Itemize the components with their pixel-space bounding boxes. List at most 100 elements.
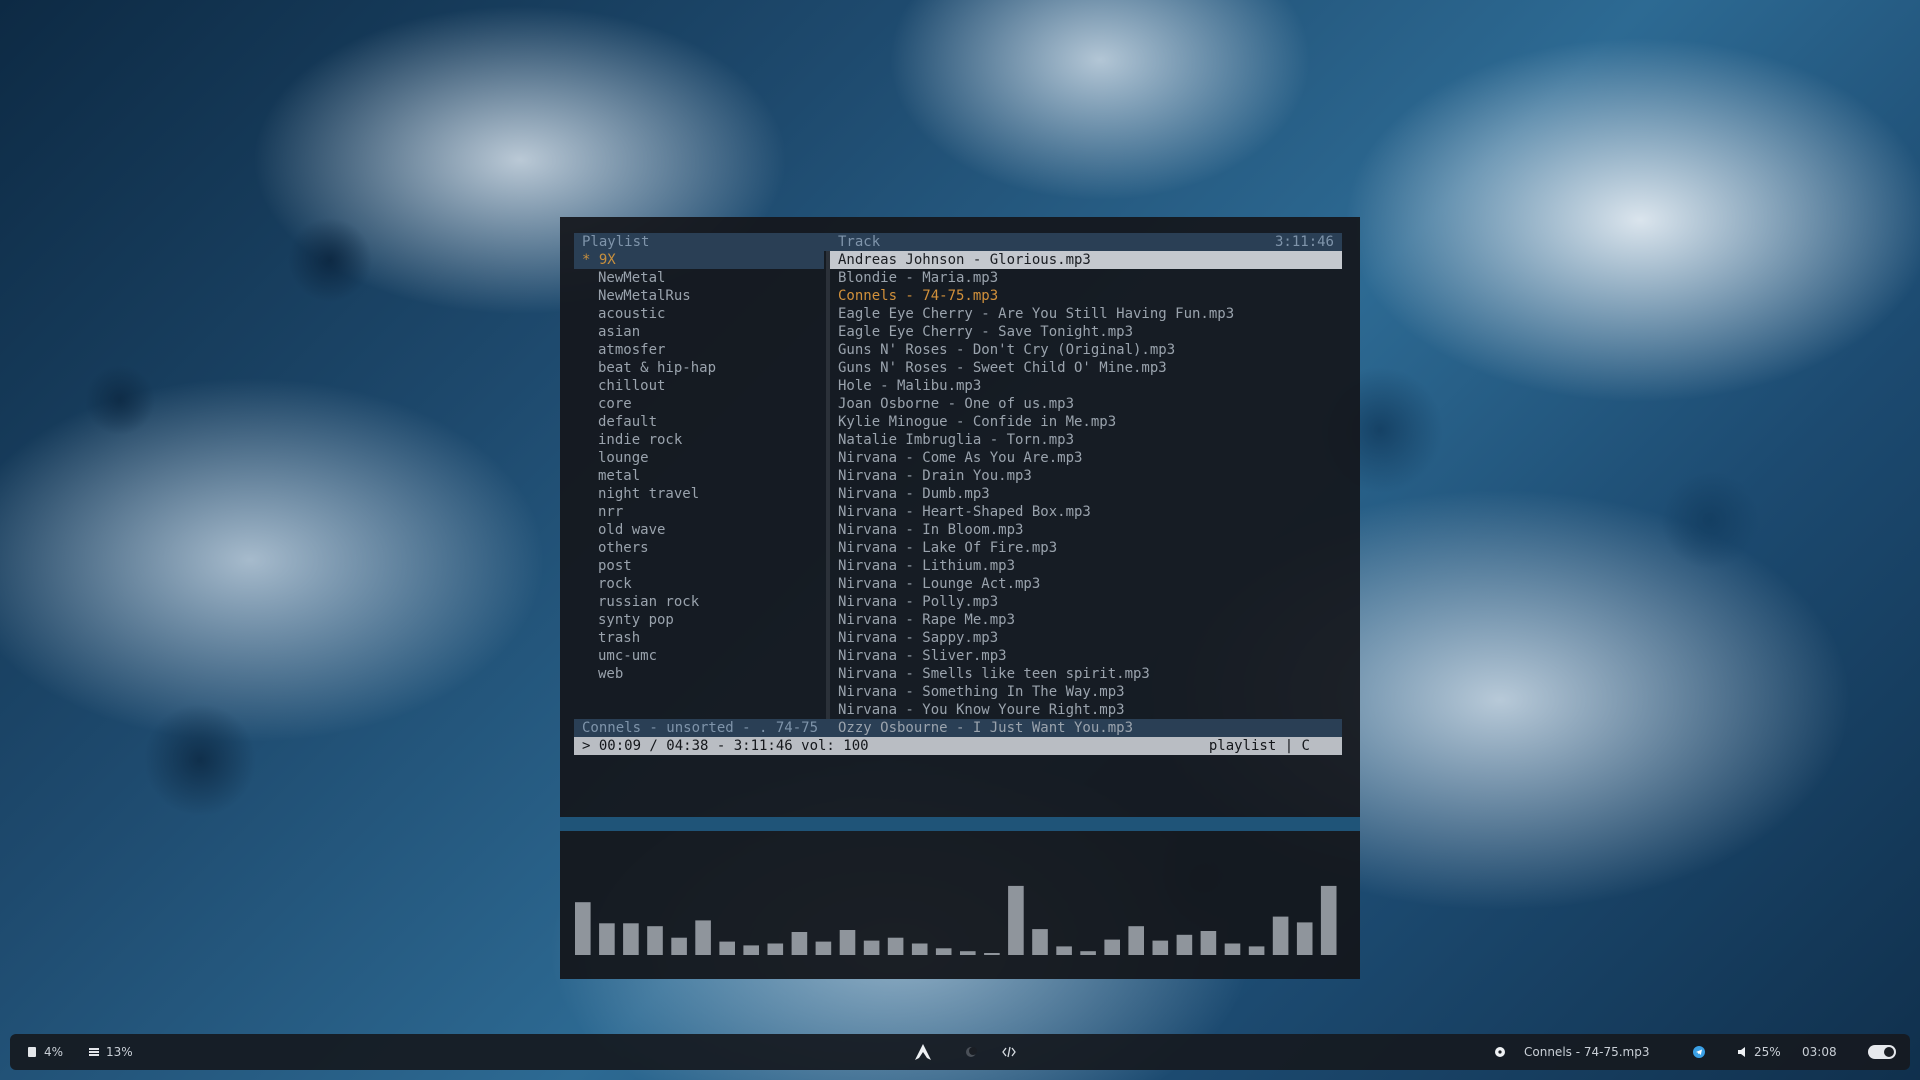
playlist-item[interactable]: web <box>574 665 824 683</box>
spectrum-bar <box>671 937 687 955</box>
code-button[interactable] <box>1002 1034 1016 1070</box>
track-item[interactable]: Nirvana - Come As You Are.mp3 <box>830 449 1342 467</box>
clock[interactable]: 03:08 <box>1802 1034 1837 1070</box>
spectrum-bar <box>1152 940 1169 955</box>
track-item[interactable]: Hole - Malibu.mp3 <box>830 377 1342 395</box>
playlist-item[interactable]: indie rock <box>574 431 824 449</box>
track-column-title: Track <box>838 234 881 250</box>
spectrum-bar <box>1224 943 1241 955</box>
spectrum-bar <box>1056 946 1072 955</box>
spectrum-bar <box>984 953 1000 955</box>
track-item[interactable]: Eagle Eye Cherry - Save Tonight.mp3 <box>830 323 1342 341</box>
cpu-usage: 4% <box>44 1045 64 1059</box>
track-item[interactable]: Nirvana - In Bloom.mp3 <box>830 521 1342 539</box>
playlist-item[interactable]: core <box>574 395 824 413</box>
track-item[interactable]: Nirvana - Lake Of Fire.mp3 <box>830 539 1342 557</box>
playlist-item[interactable]: beat & hip-hap <box>574 359 824 377</box>
track-item[interactable]: Nirvana - Polly.mp3 <box>830 593 1342 611</box>
playlist-item[interactable]: rock <box>574 575 824 593</box>
playlist-item[interactable]: chillout <box>574 377 824 395</box>
track-item[interactable]: Guns N' Roses - Don't Cry (Original).mp3 <box>830 341 1342 359</box>
spectrum-bar <box>887 937 904 955</box>
track-item[interactable]: Natalie Imbruglia - Torn.mp3 <box>830 431 1342 449</box>
code-icon <box>1002 1046 1016 1058</box>
spectrum-bar <box>1176 934 1193 955</box>
track-item[interactable]: Nirvana - Lithium.mp3 <box>830 557 1342 575</box>
spectrum-bar <box>1008 885 1024 955</box>
toggle-switch-icon[interactable] <box>1868 1045 1896 1059</box>
spectrum-bar <box>815 941 832 955</box>
playlist-item[interactable]: others <box>574 539 824 557</box>
spectrum-bar <box>1296 922 1313 955</box>
total-duration: 3:11:46 <box>1274 234 1334 250</box>
track-item[interactable]: Connels - 74-75.mp3 <box>830 287 1342 305</box>
memory-widget[interactable]: 13% <box>88 1034 133 1070</box>
track-item[interactable]: Kylie Minogue - Confide in Me.mp3 <box>830 413 1342 431</box>
track-item[interactable]: Ozzy Osbourne - I Just Want You.mp3 <box>830 719 1342 737</box>
spectrum-bar <box>1032 929 1048 955</box>
track-list[interactable]: Andreas Johnson - Glorious.mp3 Blondie - … <box>830 251 1342 736</box>
spectrum-bar <box>1320 885 1337 955</box>
spectrum-bar <box>575 902 591 955</box>
playlist-item[interactable]: * 9X <box>574 251 824 269</box>
track-item[interactable]: Nirvana - You Know Youre Right.mp3 <box>830 701 1342 719</box>
track-item[interactable]: Nirvana - Heart-Shaped Box.mp3 <box>830 503 1342 521</box>
spectrum-bar <box>1272 916 1289 955</box>
spectrum-bar <box>623 923 639 955</box>
playlist-item[interactable]: NewMetalRus <box>574 287 824 305</box>
track-item[interactable]: Joan Osborne - One of us.mp3 <box>830 395 1342 413</box>
playlist-item[interactable]: old wave <box>574 521 824 539</box>
spectrum-bar <box>1128 926 1144 955</box>
playlist-item[interactable]: asian <box>574 323 824 341</box>
window-border-accent <box>560 817 1360 831</box>
track-item[interactable]: Blondie - Maria.mp3 <box>830 269 1342 287</box>
playback-progress: > 00:09 / 04:38 - 3:11:46 vol: 100 <box>582 738 869 754</box>
playlist-list[interactable]: * 9X NewMetal NewMetalRus acoustic asian atmo… <box>574 251 824 719</box>
track-item[interactable]: Nirvana - Rape Me.mp3 <box>830 611 1342 629</box>
spectrum-bar <box>839 930 856 955</box>
track-item[interactable]: Nirvana - Smells like teen spirit.mp3 <box>830 665 1342 683</box>
music-player-window[interactable]: Playlist Track 3:11:46 * 9X NewMetal NewMe… <box>560 217 1360 817</box>
telegram-tray[interactable] <box>1693 1034 1705 1070</box>
spectrum-bar <box>863 940 880 955</box>
track-item[interactable]: Nirvana - Drain You.mp3 <box>830 467 1342 485</box>
spectrum-bar <box>960 951 976 955</box>
spectrum-bar <box>1104 939 1120 955</box>
command-line[interactable]: > 00:09 / 04:38 - 3:11:46 vol: 100 playl… <box>574 737 1342 755</box>
track-item[interactable]: Nirvana - Dumb.mp3 <box>830 485 1342 503</box>
playlist-item[interactable]: NewMetal <box>574 269 824 287</box>
playlist-item[interactable]: synty pop <box>574 611 824 629</box>
playlist-item[interactable]: metal <box>574 467 824 485</box>
settings-toggle[interactable] <box>1868 1034 1896 1070</box>
playlist-item[interactable]: acoustic <box>574 305 824 323</box>
playlist-item[interactable]: post <box>574 557 824 575</box>
track-item[interactable]: Andreas Johnson - Glorious.mp3 <box>830 251 1342 269</box>
playlist-item[interactable]: umc-umc <box>574 647 824 665</box>
column-header: Playlist Track 3:11:46 <box>574 233 1342 251</box>
track-item[interactable]: Guns N' Roses - Sweet Child O' Mine.mp3 <box>830 359 1342 377</box>
workspace-indicator[interactable] <box>965 1034 977 1070</box>
playlist-item[interactable]: lounge <box>574 449 824 467</box>
track-item[interactable]: Nirvana - Sliver.mp3 <box>830 647 1342 665</box>
playlist-item[interactable]: atmosfer <box>574 341 824 359</box>
playlist-item[interactable]: night travel <box>574 485 824 503</box>
playlist-item[interactable]: default <box>574 413 824 431</box>
telegram-icon <box>1693 1046 1705 1058</box>
playlist-item[interactable]: trash <box>574 629 824 647</box>
playlist-item[interactable]: russian rock <box>574 593 824 611</box>
track-item[interactable]: Nirvana - Something In The Way.mp3 <box>830 683 1342 701</box>
spectrum-bar <box>1200 931 1217 955</box>
arch-logo-icon <box>914 1043 932 1061</box>
speaker-icon <box>1736 1046 1748 1058</box>
playlist-item[interactable]: nrr <box>574 503 824 521</box>
launcher-button[interactable] <box>914 1034 932 1070</box>
spectrum-bar <box>1080 951 1096 955</box>
audio-visualizer-window <box>560 831 1360 979</box>
memory-icon <box>88 1046 100 1058</box>
track-item[interactable]: Eagle Eye Cherry - Are You Still Having … <box>830 305 1342 323</box>
track-item[interactable]: Nirvana - Sappy.mp3 <box>830 629 1342 647</box>
now-playing-widget[interactable]: Connels - 74-75.mp3 <box>1494 1034 1649 1070</box>
cpu-widget[interactable]: 4% <box>26 1034 63 1070</box>
volume-widget[interactable]: 25% <box>1736 1034 1781 1070</box>
track-item[interactable]: Nirvana - Lounge Act.mp3 <box>830 575 1342 593</box>
